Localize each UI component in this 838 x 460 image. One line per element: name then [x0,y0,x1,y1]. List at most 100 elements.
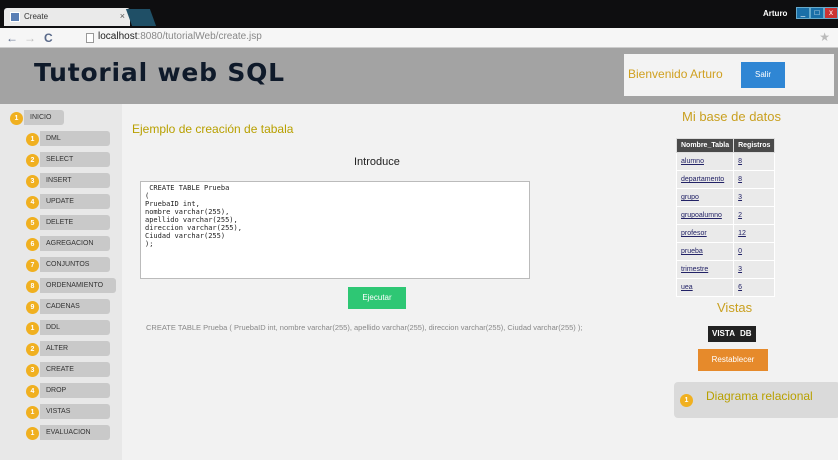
table-row: prueba 0 [675,242,776,261]
record-count-link[interactable]: 3 [733,188,776,207]
sidebar-item-update[interactable]: 4 UPDATE [0,194,122,210]
sidebar-item-agregacion[interactable]: 6 AGREGACION [0,236,122,252]
vista-label: VISTA [712,329,735,338]
sidebar-item-conjuntos[interactable]: 7 CONJUNTOS [0,257,122,273]
sidebar-item-label: AGREGACION [40,236,110,251]
sidebar-item-cadenas[interactable]: 9 CADENAS [0,299,122,315]
sidebar-menu: 1 INICIO 1 DML 2 SELECT 3 INSERT 4 UPDATE 5 DELETE 6… [0,104,122,460]
sidebar-item-label: VISTAS [40,404,110,419]
page-title: Ejemplo de creación de tabala [132,122,294,136]
forward-icon[interactable]: → [24,31,36,45]
table-row: uea 6 [675,278,776,297]
sidebar-item-alter[interactable]: 2 ALTER [0,341,122,357]
sidebar-item-label: EVALUACION [40,425,110,440]
sidebar-item-number-badge: 1 [26,133,39,146]
sidebar-item-number-badge: 1 [26,427,39,440]
sidebar-item-delete[interactable]: 5 DELETE [0,215,122,231]
sidebar-item-drop[interactable]: 4 DROP [0,383,122,399]
sidebar-item-select[interactable]: 2 SELECT [0,152,122,168]
table-row: profesor 12 [675,224,776,243]
table-name-link[interactable]: grupoalumno [675,206,735,225]
diagram-number-badge: 1 [680,394,693,407]
welcome-message: Bienvenido Arturo [628,67,723,81]
record-count-link[interactable]: 8 [733,170,776,189]
back-icon[interactable]: ← [6,31,18,45]
welcome-box: Bienvenido Arturo Salir [624,54,834,96]
sidebar-item-label: SELECT [40,152,110,167]
record-count-link[interactable]: 2 [733,206,776,225]
execute-button[interactable]: Ejecutar [348,287,406,309]
record-count-link[interactable]: 3 [733,260,776,279]
sql-editor[interactable]: CREATE TABLE Prueba ( PruebaID int, nomb… [140,181,530,279]
sidebar-item-dml[interactable]: 1 DML [0,131,122,147]
record-count-link[interactable]: 12 [733,224,776,243]
relational-diagram-link[interactable]: 1 Diagrama relacional [674,382,838,418]
views-title: Vistas [717,300,753,315]
sidebar-item-number-badge: 9 [26,301,39,314]
reload-icon[interactable]: C [44,31,53,45]
database-title: Mi base de datos [682,109,782,124]
sidebar-item-label: UPDATE [40,194,110,209]
sidebar-item-ddl[interactable]: 1 DDL [0,320,122,336]
main-content: Ejemplo de creación de tabala Introduce … [122,104,624,460]
url-host: localhost [98,31,138,42]
sidebar-item-insert[interactable]: 3 INSERT [0,173,122,189]
tab-close-icon[interactable]: × [120,11,125,21]
sidebar-item-label: CREATE [40,362,110,377]
table-name-link[interactable]: prueba [675,242,735,261]
sidebar-item-label: INSERT [40,173,110,188]
address-bar: ← → C localhost:8080/tutorialWeb/create.… [0,28,838,48]
sidebar-item-number-badge: 7 [26,259,39,272]
table-name-link[interactable]: uea [675,278,735,297]
record-count-link[interactable]: 0 [733,242,776,261]
sidebar-item-number-badge: 6 [26,238,39,251]
sidebar-item-label: DDL [40,320,110,335]
sidebar-item-evaluacion[interactable]: 1 EVALUACION [0,425,122,441]
bookmark-star-icon[interactable]: ★ [819,30,830,44]
sidebar-item-label: CADENAS [40,299,110,314]
table-name-link[interactable]: profesor [675,224,735,243]
table-name-link[interactable]: departamento [675,170,735,189]
column-header-table-name: Nombre_Tabla [675,138,735,153]
sidebar-item-number-badge: 3 [26,364,39,377]
sidebar-item-number-badge: 1 [10,112,23,125]
diagram-label: Diagrama relacional [706,389,813,403]
sidebar-item-number-badge: 2 [26,154,39,167]
logout-button[interactable]: Salir [741,62,785,88]
table-row: grupoalumno 2 [675,206,776,225]
sidebar-item-number-badge: 1 [26,406,39,419]
sidebar-item-create[interactable]: 3 CREATE [0,362,122,378]
maximize-icon[interactable]: □ [810,7,824,19]
reset-button[interactable]: Restablecer [698,349,768,371]
new-tab-button[interactable] [125,9,157,26]
close-window-icon[interactable]: x [824,7,838,19]
sidebar-item-label: ALTER [40,341,110,356]
site-logo: Tutorial web SQL [34,58,285,87]
sidebar-item-number-badge: 2 [26,343,39,356]
sidebar-item-label: DROP [40,383,110,398]
vista-db-logo[interactable]: VISTA DB [708,326,756,342]
record-count-link[interactable]: 6 [733,278,776,297]
tables-list: Nombre_Tabla Registros alumno 8 departamen… [675,138,776,297]
sidebar-item-label: INICIO [24,110,64,125]
profile-name[interactable]: Arturo [763,9,787,18]
sidebar-item-label: ORDENAMIENTO [40,278,116,293]
sidebar-item-number-badge: 8 [26,280,39,293]
sidebar-item-vistas[interactable]: 1 VISTAS [0,404,122,420]
sidebar-item-number-badge: 3 [26,175,39,188]
sidebar-item-label: DML [40,131,110,146]
sidebar-item-label: CONJUNTOS [40,257,110,272]
table-name-link[interactable]: alumno [675,152,735,171]
table-name-link[interactable]: grupo [675,188,735,207]
table-name-link[interactable]: trimestre [675,260,735,279]
sidebar-item-label: DELETE [40,215,110,230]
table-row: alumno 8 [675,152,776,171]
url-input[interactable]: localhost:8080/tutorialWeb/create.jsp [84,31,824,45]
sidebar-item-inicio[interactable]: 1 INICIO [0,110,122,126]
minimize-icon[interactable]: _ [796,7,810,19]
page-icon [86,33,94,43]
record-count-link[interactable]: 8 [733,152,776,171]
browser-tab[interactable]: Create × [4,8,130,26]
right-panel: Mi base de datos Nombre_Tabla Registros … [624,104,838,460]
sidebar-item-ordenamiento[interactable]: 8 ORDENAMIENTO [0,278,122,294]
